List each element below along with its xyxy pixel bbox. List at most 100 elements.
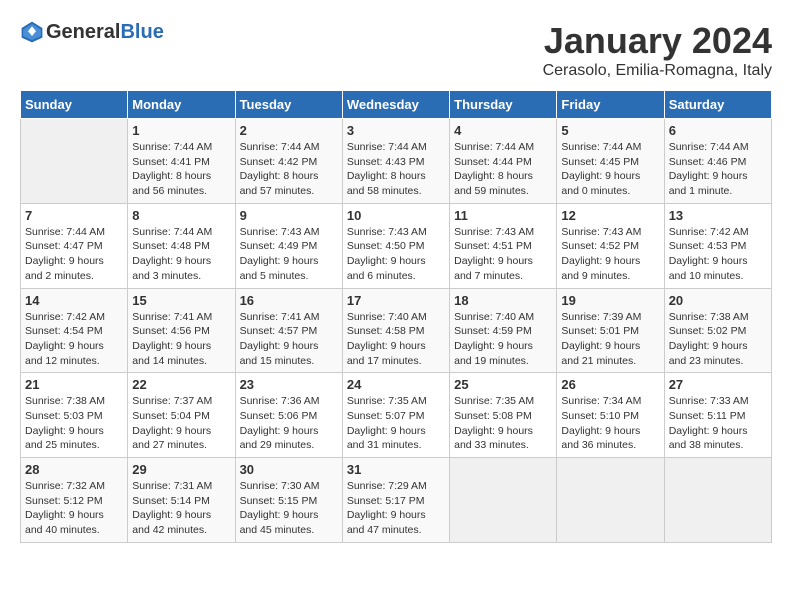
cell-info: Sunrise: 7:44 AMSunset: 4:41 PMDaylight:… bbox=[132, 140, 230, 199]
day-number: 17 bbox=[347, 293, 445, 308]
day-number: 20 bbox=[669, 293, 767, 308]
cell-info: Sunrise: 7:35 AMSunset: 5:07 PMDaylight:… bbox=[347, 394, 445, 453]
calendar-cell: 31Sunrise: 7:29 AMSunset: 5:17 PMDayligh… bbox=[342, 458, 449, 543]
calendar-cell: 23 Sunrise: 7:36 AMSunset: 5:06 PMDayligh… bbox=[235, 373, 342, 458]
day-number: 24 bbox=[347, 377, 445, 392]
calendar-cell: 7 Sunrise: 7:44 AMSunset: 4:47 PMDaylight… bbox=[21, 203, 128, 288]
day-number: 8 bbox=[132, 208, 230, 223]
calendar-cell: 5 Sunrise: 7:44 AMSunset: 4:45 PMDaylight… bbox=[557, 119, 664, 204]
day-number: 26 bbox=[561, 377, 659, 392]
day-number: 3 bbox=[347, 123, 445, 138]
calendar-cell: 6Sunrise: 7:44 AMSunset: 4:46 PMDaylight… bbox=[664, 119, 771, 204]
day-number: 12 bbox=[561, 208, 659, 223]
logo-icon bbox=[20, 20, 44, 44]
calendar-cell: 16Sunrise: 7:41 AMSunset: 4:57 PMDayligh… bbox=[235, 288, 342, 373]
calendar-cell: 2 Sunrise: 7:44 AMSunset: 4:42 PMDaylight… bbox=[235, 119, 342, 204]
day-number: 25 bbox=[454, 377, 552, 392]
calendar-cell: 14 Sunrise: 7:42 AMSunset: 4:54 PMDayligh… bbox=[21, 288, 128, 373]
day-number: 21 bbox=[25, 377, 123, 392]
cell-info: Sunrise: 7:44 AMSunset: 4:45 PMDaylight:… bbox=[561, 140, 659, 199]
cell-info: Sunrise: 7:42 AMSunset: 4:54 PMDaylight:… bbox=[25, 310, 123, 369]
calendar-cell: 26 Sunrise: 7:34 AMSunset: 5:10 PMDayligh… bbox=[557, 373, 664, 458]
cell-info: Sunrise: 7:43 AMSunset: 4:50 PMDaylight:… bbox=[347, 225, 445, 284]
cell-info: Sunrise: 7:44 AMSunset: 4:48 PMDaylight:… bbox=[132, 225, 230, 284]
day-number: 18 bbox=[454, 293, 552, 308]
weekday-header: Saturday bbox=[664, 91, 771, 119]
calendar-cell: 21 Sunrise: 7:38 AMSunset: 5:03 PMDayligh… bbox=[21, 373, 128, 458]
cell-info: Sunrise: 7:39 AMSunset: 5:01 PMDaylight:… bbox=[561, 310, 659, 369]
calendar-cell: 30 Sunrise: 7:30 AMSunset: 5:15 PMDayligh… bbox=[235, 458, 342, 543]
cell-info: Sunrise: 7:31 AMSunset: 5:14 PMDaylight:… bbox=[132, 479, 230, 538]
page-header: GeneralBlue January 2024 Cerasolo, Emili… bbox=[20, 20, 772, 80]
cell-info: Sunrise: 7:44 AMSunset: 4:47 PMDaylight:… bbox=[25, 225, 123, 284]
cell-info: Sunrise: 7:38 AMSunset: 5:03 PMDaylight:… bbox=[25, 394, 123, 453]
day-number: 1 bbox=[132, 123, 230, 138]
day-number: 11 bbox=[454, 208, 552, 223]
logo-blue: Blue bbox=[120, 21, 163, 43]
cell-info: Sunrise: 7:43 AMSunset: 4:51 PMDaylight:… bbox=[454, 225, 552, 284]
cell-info: Sunrise: 7:35 AMSunset: 5:08 PMDaylight:… bbox=[454, 394, 552, 453]
calendar-week-row: 1 Sunrise: 7:44 AMSunset: 4:41 PMDaylight… bbox=[21, 119, 772, 204]
calendar-cell: 10Sunrise: 7:43 AMSunset: 4:50 PMDayligh… bbox=[342, 203, 449, 288]
day-number: 7 bbox=[25, 208, 123, 223]
calendar-cell: 19 Sunrise: 7:39 AMSunset: 5:01 PMDayligh… bbox=[557, 288, 664, 373]
month-title: January 2024 bbox=[543, 20, 772, 62]
calendar-cell: 12 Sunrise: 7:43 AMSunset: 4:52 PMDayligh… bbox=[557, 203, 664, 288]
weekday-header: Sunday bbox=[21, 91, 128, 119]
calendar-cell: 27Sunrise: 7:33 AMSunset: 5:11 PMDayligh… bbox=[664, 373, 771, 458]
cell-info: Sunrise: 7:41 AMSunset: 4:56 PMDaylight:… bbox=[132, 310, 230, 369]
calendar-week-row: 28 Sunrise: 7:32 AMSunset: 5:12 PMDayligh… bbox=[21, 458, 772, 543]
calendar-cell: 29 Sunrise: 7:31 AMSunset: 5:14 PMDayligh… bbox=[128, 458, 235, 543]
cell-info: Sunrise: 7:43 AMSunset: 4:49 PMDaylight:… bbox=[240, 225, 338, 284]
logo-general: General bbox=[46, 21, 120, 43]
day-number: 13 bbox=[669, 208, 767, 223]
calendar-cell: 8 Sunrise: 7:44 AMSunset: 4:48 PMDaylight… bbox=[128, 203, 235, 288]
day-number: 27 bbox=[669, 377, 767, 392]
calendar-cell bbox=[664, 458, 771, 543]
day-number: 5 bbox=[561, 123, 659, 138]
day-number: 28 bbox=[25, 462, 123, 477]
calendar-cell: 22 Sunrise: 7:37 AMSunset: 5:04 PMDayligh… bbox=[128, 373, 235, 458]
day-number: 22 bbox=[132, 377, 230, 392]
weekday-header: Tuesday bbox=[235, 91, 342, 119]
cell-info: Sunrise: 7:43 AMSunset: 4:52 PMDaylight:… bbox=[561, 225, 659, 284]
cell-info: Sunrise: 7:36 AMSunset: 5:06 PMDaylight:… bbox=[240, 394, 338, 453]
cell-info: Sunrise: 7:34 AMSunset: 5:10 PMDaylight:… bbox=[561, 394, 659, 453]
calendar-cell bbox=[557, 458, 664, 543]
cell-info: Sunrise: 7:44 AMSunset: 4:44 PMDaylight:… bbox=[454, 140, 552, 199]
cell-info: Sunrise: 7:37 AMSunset: 5:04 PMDaylight:… bbox=[132, 394, 230, 453]
calendar-cell: 13 Sunrise: 7:42 AMSunset: 4:53 PMDayligh… bbox=[664, 203, 771, 288]
calendar-cell: 24 Sunrise: 7:35 AMSunset: 5:07 PMDayligh… bbox=[342, 373, 449, 458]
day-number: 30 bbox=[240, 462, 338, 477]
cell-info: Sunrise: 7:41 AMSunset: 4:57 PMDaylight:… bbox=[240, 310, 338, 369]
cell-info: Sunrise: 7:32 AMSunset: 5:12 PMDaylight:… bbox=[25, 479, 123, 538]
cell-info: Sunrise: 7:30 AMSunset: 5:15 PMDaylight:… bbox=[240, 479, 338, 538]
cell-info: Sunrise: 7:44 AMSunset: 4:42 PMDaylight:… bbox=[240, 140, 338, 199]
cell-info: Sunrise: 7:40 AMSunset: 4:59 PMDaylight:… bbox=[454, 310, 552, 369]
weekday-header: Monday bbox=[128, 91, 235, 119]
cell-info: Sunrise: 7:42 AMSunset: 4:53 PMDaylight:… bbox=[669, 225, 767, 284]
day-number: 15 bbox=[132, 293, 230, 308]
day-number: 4 bbox=[454, 123, 552, 138]
calendar-cell bbox=[21, 119, 128, 204]
calendar-week-row: 7 Sunrise: 7:44 AMSunset: 4:47 PMDaylight… bbox=[21, 203, 772, 288]
cell-info: Sunrise: 7:29 AMSunset: 5:17 PMDaylight:… bbox=[347, 479, 445, 538]
calendar-cell bbox=[450, 458, 557, 543]
day-number: 29 bbox=[132, 462, 230, 477]
calendar-cell: 3 Sunrise: 7:44 AMSunset: 4:43 PMDaylight… bbox=[342, 119, 449, 204]
weekday-header: Thursday bbox=[450, 91, 557, 119]
cell-info: Sunrise: 7:38 AMSunset: 5:02 PMDaylight:… bbox=[669, 310, 767, 369]
weekday-header: Friday bbox=[557, 91, 664, 119]
calendar-cell: 9Sunrise: 7:43 AMSunset: 4:49 PMDaylight… bbox=[235, 203, 342, 288]
day-number: 23 bbox=[240, 377, 338, 392]
calendar-cell: 25 Sunrise: 7:35 AMSunset: 5:08 PMDayligh… bbox=[450, 373, 557, 458]
cell-info: Sunrise: 7:44 AMSunset: 4:46 PMDaylight:… bbox=[669, 140, 767, 199]
calendar-cell: 11 Sunrise: 7:43 AMSunset: 4:51 PMDayligh… bbox=[450, 203, 557, 288]
calendar-week-row: 14 Sunrise: 7:42 AMSunset: 4:54 PMDayligh… bbox=[21, 288, 772, 373]
day-number: 19 bbox=[561, 293, 659, 308]
calendar-cell: 18 Sunrise: 7:40 AMSunset: 4:59 PMDayligh… bbox=[450, 288, 557, 373]
day-number: 14 bbox=[25, 293, 123, 308]
cell-info: Sunrise: 7:44 AMSunset: 4:43 PMDaylight:… bbox=[347, 140, 445, 199]
cell-info: Sunrise: 7:40 AMSunset: 4:58 PMDaylight:… bbox=[347, 310, 445, 369]
day-number: 2 bbox=[240, 123, 338, 138]
